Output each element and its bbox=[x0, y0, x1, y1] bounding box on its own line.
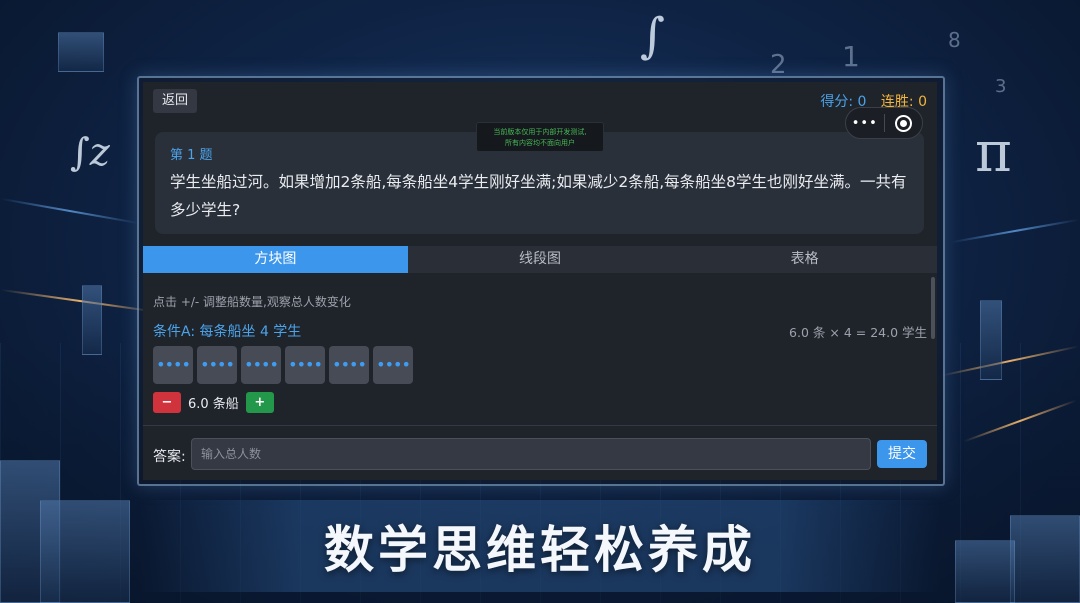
boat-block: •••• bbox=[241, 346, 281, 384]
blue-line bbox=[0, 197, 140, 225]
integral-symbol: ∫ bbox=[640, 8, 666, 64]
boat-block: •••• bbox=[197, 346, 237, 384]
bar-cluster bbox=[58, 32, 104, 72]
instruction-hint: 点击 +/- 调整船数量,观察总人数变化 bbox=[153, 295, 351, 309]
answer-input[interactable] bbox=[191, 438, 871, 470]
floating-digit: 8 bbox=[948, 28, 961, 52]
student-dots: •••• bbox=[200, 355, 235, 374]
boat-stepper: − 6.0 条船 + bbox=[153, 392, 274, 413]
block-view-panel: 点击 +/- 调整船数量,观察总人数变化 条件A: 每条船坐 4 学生 6.0 … bbox=[143, 273, 937, 425]
pi-symbol: π bbox=[975, 120, 1012, 185]
student-dots: •••• bbox=[288, 355, 323, 374]
answer-label: 答案: bbox=[153, 449, 186, 465]
student-dots: •••• bbox=[244, 355, 279, 374]
question-text: 学生坐船过河。如果增加2条船,每条船坐4学生刚好坐满;如果减少2条船,每条船坐8… bbox=[170, 173, 907, 219]
app-window: 返回 得分: 0 连胜: 0 ••• 当前版本仅用于内部开发测试, 所有内容均不… bbox=[143, 82, 937, 480]
slogan-text: 数学思维轻松养成 bbox=[324, 521, 756, 579]
answer-bar: 答案: 提交 bbox=[143, 425, 937, 480]
boat-block: •••• bbox=[373, 346, 413, 384]
student-dots: •••• bbox=[376, 355, 411, 374]
dev-notice-line: 当前版本仅用于内部开发测试, bbox=[493, 128, 587, 136]
tab-line-diagram[interactable]: 线段图 bbox=[408, 246, 673, 273]
condition-label: 条件A: 每条船坐 4 学生 bbox=[153, 324, 302, 340]
decrease-boats-button[interactable]: − bbox=[153, 392, 181, 413]
boats-count: 6.0 条船 bbox=[188, 397, 239, 412]
integral-z-symbol: ∫z bbox=[70, 130, 110, 174]
more-options-button[interactable]: ••• bbox=[846, 116, 884, 131]
city-tower bbox=[82, 285, 102, 355]
tab-table[interactable]: 表格 bbox=[672, 246, 937, 273]
tab-block-diagram[interactable]: 方块图 bbox=[143, 246, 408, 273]
student-dots: •••• bbox=[332, 355, 367, 374]
boat-block: •••• bbox=[153, 346, 193, 384]
increase-boats-button[interactable]: + bbox=[245, 392, 274, 413]
floating-digit: 1 bbox=[842, 40, 860, 73]
city-tower bbox=[980, 300, 1002, 380]
floating-digit: 3 bbox=[995, 76, 1007, 97]
close-capsule-button[interactable] bbox=[884, 114, 922, 132]
view-tabs: 方块图 线段图 表格 bbox=[143, 246, 937, 273]
back-button[interactable]: 返回 bbox=[153, 89, 197, 113]
boat-blocks: •••• •••• •••• •••• •••• •••• bbox=[153, 346, 413, 384]
record-circle-icon bbox=[894, 114, 912, 132]
blue-line bbox=[950, 218, 1080, 244]
condition-calculation: 6.0 条 × 4 = 24.0 学生 bbox=[789, 325, 927, 340]
top-bar: 返回 得分: 0 连胜: 0 bbox=[143, 82, 937, 124]
boat-block: •••• bbox=[285, 346, 325, 384]
student-dots: •••• bbox=[156, 355, 191, 374]
scrollbar[interactable] bbox=[931, 277, 935, 339]
submit-button[interactable]: 提交 bbox=[877, 440, 927, 468]
boat-block: •••• bbox=[329, 346, 369, 384]
miniprogram-capsule: ••• bbox=[845, 107, 923, 139]
dev-notice: 当前版本仅用于内部开发测试, 所有内容均不面向用户 bbox=[476, 122, 604, 152]
glow-line bbox=[0, 288, 160, 314]
dev-notice-line: 所有内容均不面向用户 bbox=[505, 139, 575, 147]
